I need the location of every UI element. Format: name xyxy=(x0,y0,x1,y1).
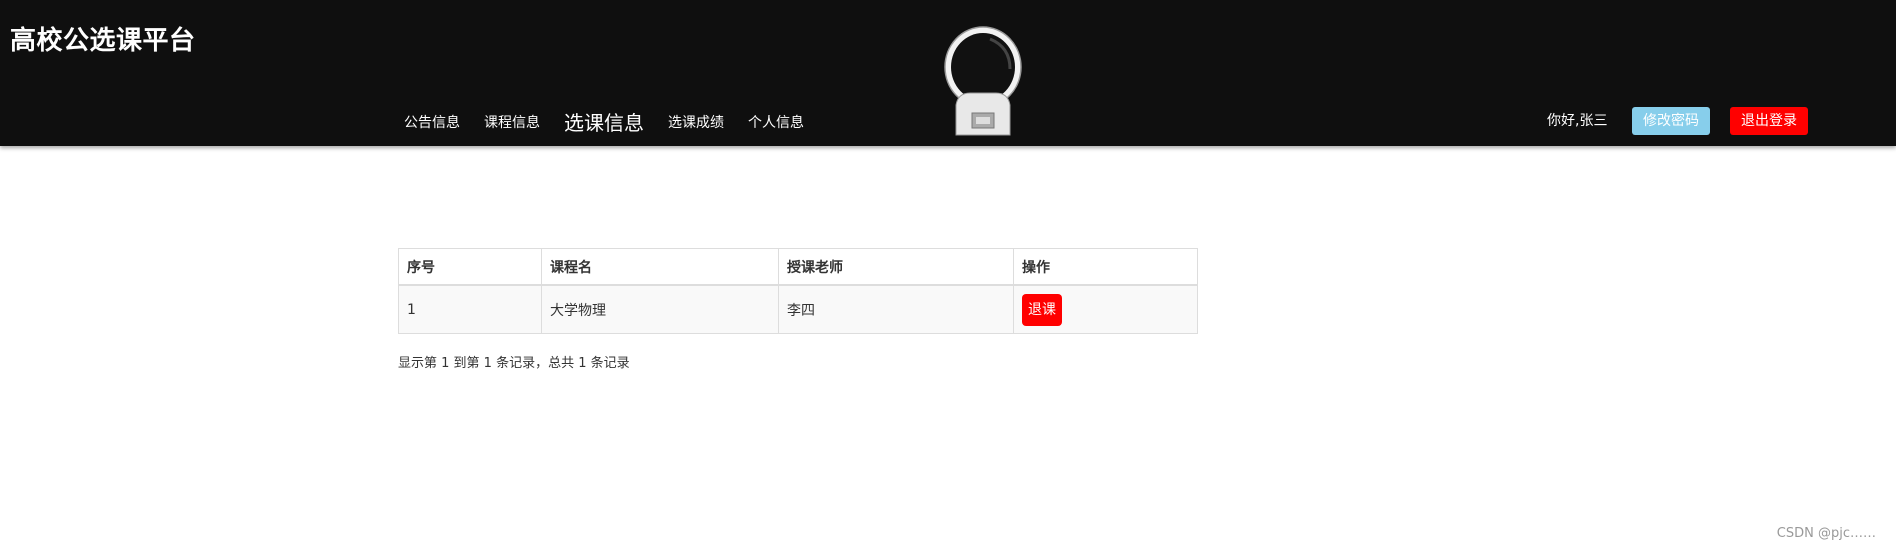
cell-teacher: 李四 xyxy=(778,284,1014,334)
column-header-action: 操作 xyxy=(1013,248,1198,286)
column-header-index[interactable]: 序号 xyxy=(398,248,542,286)
table-header-row: 序号 课程名 授课老师 操作 xyxy=(398,248,1198,286)
pagination-summary: 显示第 1 到第 1 条记录，总共 1 条记录 xyxy=(398,356,630,371)
table-row: 1 大学物理 李四 退课 xyxy=(398,284,1198,334)
cell-index: 1 xyxy=(398,284,542,334)
nav-grades[interactable]: 选课成绩 xyxy=(668,108,724,138)
logout-button[interactable]: 退出登录 xyxy=(1730,107,1808,135)
cell-course: 大学物理 xyxy=(541,284,779,334)
course-selection-table: 序号 课程名 授课老师 操作 1 大学物理 李四 退课 xyxy=(398,248,1198,334)
column-header-course[interactable]: 课程名 xyxy=(541,248,779,286)
top-header: 高校公选课平台 公告信息 课程信息 选课信息 选课成绩 个人信息 你好,张三 修… xyxy=(0,0,1896,146)
drop-course-button[interactable]: 退课 xyxy=(1022,293,1062,326)
watermark: CSDN @pjc…… xyxy=(1776,526,1876,541)
user-greeting: 你好,张三 xyxy=(1547,113,1608,129)
cell-action: 退课 xyxy=(1013,284,1198,334)
column-header-teacher[interactable]: 授课老师 xyxy=(778,248,1014,286)
change-password-button[interactable]: 修改密码 xyxy=(1632,107,1710,135)
nav-courses[interactable]: 课程信息 xyxy=(484,108,540,138)
astronaut-mascot-icon xyxy=(944,26,1022,136)
nav-selections[interactable]: 选课信息 xyxy=(564,108,644,138)
nav-announcements[interactable]: 公告信息 xyxy=(404,108,460,138)
nav-profile[interactable]: 个人信息 xyxy=(748,108,804,138)
site-title: 高校公选课平台 xyxy=(10,26,196,56)
